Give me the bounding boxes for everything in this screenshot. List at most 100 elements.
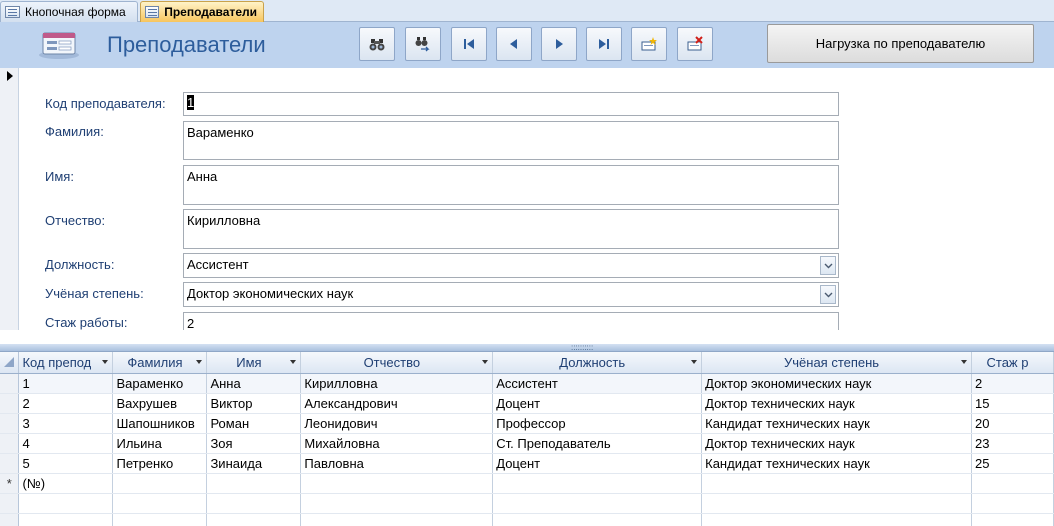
cell-experience[interactable]: 2 <box>971 373 1054 394</box>
tab-teachers-form[interactable]: Преподаватели <box>140 1 264 22</box>
last-record-button[interactable] <box>586 27 622 61</box>
lastname-field[interactable]: Вараменко <box>183 121 839 160</box>
cell-position[interactable]: Доцент <box>492 453 703 474</box>
empty-cell <box>701 493 972 514</box>
cell-degree[interactable]: Кандидат технических наук <box>701 413 972 434</box>
column-header-experience[interactable]: Стаж р <box>971 352 1054 374</box>
column-header-id[interactable]: Код препод <box>18 352 114 374</box>
cell-experience[interactable]: 20 <box>971 413 1054 434</box>
empty-cell <box>971 493 1054 514</box>
cell-lastname[interactable]: Шапошников <box>112 413 208 434</box>
teacher-id-field[interactable]: 1 <box>183 92 839 116</box>
cell-lastname[interactable]: Вараменко <box>112 373 208 394</box>
cell-firstname[interactable]: Виктор <box>206 393 302 414</box>
cell-lastname[interactable]: Петренко <box>112 453 208 474</box>
cell-patronymic[interactable]: Павловна <box>300 453 494 474</box>
new-row-cell[interactable] <box>701 473 972 494</box>
cell-position[interactable]: Ст. Преподаватель <box>492 433 703 454</box>
new-record-row[interactable]: * (№) <box>0 473 1054 494</box>
previous-record-button[interactable] <box>496 27 532 61</box>
cell-position[interactable]: Профессор <box>492 413 703 434</box>
row-selector[interactable] <box>0 393 20 414</box>
last-record-icon <box>599 39 609 49</box>
cell-experience[interactable]: 23 <box>971 433 1054 454</box>
cell-degree[interactable]: Доктор технических наук <box>701 393 972 414</box>
row-selector[interactable] <box>0 453 20 474</box>
form-title: Преподаватели <box>107 32 266 57</box>
next-record-button[interactable] <box>541 27 577 61</box>
record-selector[interactable] <box>0 68 19 330</box>
cell-id[interactable]: 3 <box>18 413 114 434</box>
delete-record-icon <box>687 36 703 51</box>
cell-id[interactable]: 5 <box>18 453 114 474</box>
splitter-bar[interactable] <box>0 344 1054 351</box>
cell-degree[interactable]: Доктор экономических наук <box>701 373 972 394</box>
delete-record-button[interactable] <box>677 27 713 61</box>
cell-firstname[interactable]: Анна <box>206 373 302 394</box>
position-dropdown-button[interactable] <box>820 256 836 275</box>
table-row[interactable]: 4 Ильина Зоя Михайловна Ст. Преподавател… <box>0 433 1054 454</box>
sort-dropdown-icon[interactable] <box>960 360 967 364</box>
cell-firstname[interactable]: Зинаида <box>206 453 302 474</box>
sort-dropdown-icon[interactable] <box>482 360 489 364</box>
cell-position[interactable]: Доцент <box>492 393 703 414</box>
new-row-id-placeholder[interactable]: (№) <box>18 473 114 494</box>
table-row[interactable]: 1 Вараменко Анна Кирилловна Ассистент До… <box>0 373 1054 394</box>
split-form-divider[interactable]: :::::::::: <box>0 330 1054 352</box>
cell-patronymic[interactable]: Михайловна <box>300 433 494 454</box>
column-header-patronymic[interactable]: Отчество <box>300 352 494 374</box>
column-header-degree[interactable]: Учёная степень <box>701 352 972 374</box>
sort-dropdown-icon[interactable] <box>290 360 297 364</box>
select-all-icon <box>4 357 14 368</box>
tab-switchboard-form[interactable]: Кнопочная форма <box>0 1 138 22</box>
cell-lastname[interactable]: Ильина <box>112 433 208 454</box>
table-row[interactable]: 3 Шапошников Роман Леонидович Профессор … <box>0 413 1054 434</box>
column-header-position[interactable]: Должность <box>492 352 703 374</box>
firstname-field[interactable]: Анна <box>183 165 839 205</box>
sort-dropdown-icon[interactable] <box>196 360 203 364</box>
first-record-button[interactable] <box>451 27 487 61</box>
cell-patronymic[interactable]: Леонидович <box>300 413 494 434</box>
row-selector[interactable] <box>0 373 20 394</box>
cell-lastname[interactable]: Вахрушев <box>112 393 208 414</box>
empty-cell <box>300 513 494 526</box>
cell-id[interactable]: 1 <box>18 373 114 394</box>
cell-patronymic[interactable]: Александрович <box>300 393 494 414</box>
row-selector[interactable] <box>0 413 20 434</box>
patronymic-field[interactable]: Кирилловна <box>183 209 839 249</box>
new-record-button[interactable] <box>631 27 667 61</box>
cell-id[interactable]: 2 <box>18 393 114 414</box>
empty-row-selector <box>0 493 20 514</box>
sort-dropdown-icon[interactable] <box>691 360 698 364</box>
find-button[interactable] <box>359 27 395 61</box>
cell-patronymic[interactable]: Кирилловна <box>300 373 494 394</box>
new-row-selector[interactable]: * <box>0 473 20 494</box>
cell-id[interactable]: 4 <box>18 433 114 454</box>
row-selector[interactable] <box>0 433 20 454</box>
sort-dropdown-icon[interactable] <box>102 360 109 364</box>
new-row-cell[interactable] <box>300 473 494 494</box>
cell-experience[interactable]: 15 <box>971 393 1054 414</box>
table-row[interactable]: 5 Петренко Зинаида Павловна Доцент Канди… <box>0 453 1054 474</box>
column-header-firstname[interactable]: Имя <box>206 352 302 374</box>
new-row-cell[interactable] <box>492 473 703 494</box>
teacher-load-report-button[interactable]: Нагрузка по преподавателю <box>767 24 1034 63</box>
degree-dropdown-button[interactable] <box>820 285 836 304</box>
position-combobox[interactable]: Ассистент <box>183 253 839 278</box>
empty-cell <box>300 493 494 514</box>
cell-position[interactable]: Ассистент <box>492 373 703 394</box>
new-row-cell[interactable] <box>971 473 1054 494</box>
new-row-cell[interactable] <box>206 473 302 494</box>
cell-degree[interactable]: Доктор технических наук <box>701 433 972 454</box>
new-row-cell[interactable] <box>112 473 208 494</box>
select-all-corner[interactable] <box>0 352 20 374</box>
cell-firstname[interactable]: Зоя <box>206 433 302 454</box>
cell-firstname[interactable]: Роман <box>206 413 302 434</box>
splitter-grip-icon[interactable]: :::::::::: <box>571 344 593 352</box>
replace-button[interactable] <box>405 27 441 61</box>
table-row[interactable]: 2 Вахрушев Виктор Александрович Доцент Д… <box>0 393 1054 414</box>
cell-degree[interactable]: Кандидат технических наук <box>701 453 972 474</box>
column-header-lastname[interactable]: Фамилия <box>112 352 208 374</box>
degree-combobox[interactable]: Доктор экономических наук <box>183 282 839 307</box>
cell-experience[interactable]: 25 <box>971 453 1054 474</box>
